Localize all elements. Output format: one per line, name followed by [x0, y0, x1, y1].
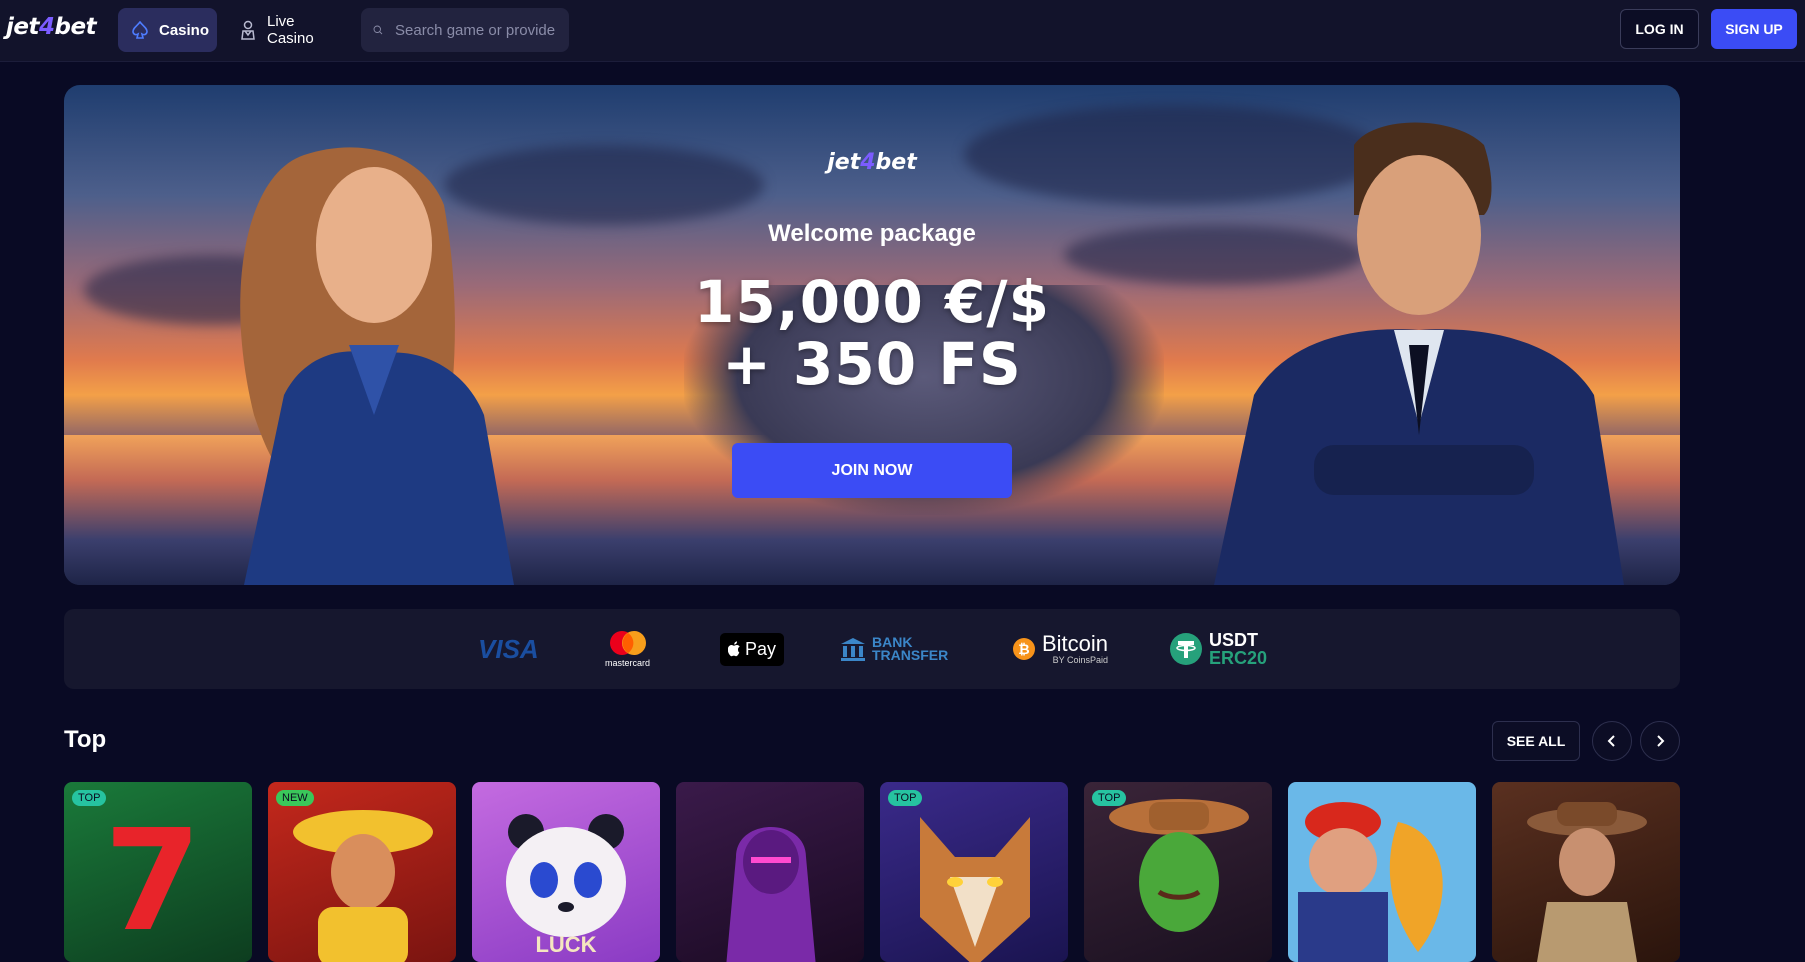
- cactus-cowboy-art: [1109, 799, 1249, 932]
- bank-transfer-logo: BANK TRANSFER: [840, 609, 948, 689]
- site-logo[interactable]: jet4bet: [6, 14, 97, 40]
- hero-logo-suffix: bet: [875, 150, 917, 175]
- hero-logo-prefix: jet: [827, 150, 861, 175]
- welcome-banner[interactable]: jet4bet Welcome package 15,000 €/$ + 350…: [64, 85, 1680, 585]
- join-now-button[interactable]: JOIN NOW: [732, 443, 1012, 498]
- game-tile[interactable]: TOP: [880, 782, 1068, 962]
- usdt-label: USDT: [1209, 630, 1258, 650]
- game-tile[interactable]: [1288, 782, 1476, 962]
- mastercard-circles-icon: [609, 631, 646, 655]
- mariachi-art: [293, 810, 433, 962]
- game-tile[interactable]: [676, 782, 864, 962]
- lucky-seven-art: 7: [104, 800, 202, 962]
- logo-prefix: jet: [6, 14, 39, 40]
- logo-suffix: bet: [54, 14, 97, 40]
- mummy-art: [726, 827, 816, 962]
- apple-pay-box: Pay: [720, 632, 785, 666]
- top-navbar: jet4bet Casino Live Casino LOG IN SIGN U…: [0, 0, 1805, 62]
- hero-title-line1: 15,000 €/$: [694, 268, 1050, 336]
- bitcoin-icon: ₿: [1013, 638, 1035, 660]
- fisherman-art: [1288, 782, 1476, 962]
- explorer-art: [1527, 802, 1647, 962]
- badge-top: TOP: [72, 790, 107, 806]
- hero-logo: jet4bet: [64, 150, 1680, 175]
- carousel-prev-button[interactable]: [1592, 721, 1632, 761]
- hero-logo-four: 4: [860, 150, 876, 175]
- nav-casino-label: Casino: [159, 21, 210, 39]
- game-caption: LUCK: [535, 932, 597, 957]
- login-button[interactable]: LOG IN: [1620, 9, 1699, 49]
- hero-subtitle: Welcome package: [768, 220, 976, 247]
- visa-label: VISA: [478, 633, 539, 664]
- svg-text:₿: ₿: [1018, 642, 1029, 658]
- game-tile[interactable]: TOP 7: [64, 782, 252, 962]
- nav-casino[interactable]: Casino: [118, 8, 217, 52]
- chevron-left-icon: [1607, 735, 1615, 747]
- see-all-button[interactable]: SEE ALL: [1492, 721, 1580, 761]
- game-tile[interactable]: [1492, 782, 1680, 962]
- chevron-right-icon: [1657, 735, 1665, 747]
- coinspaid-label: BY CoinsPaid: [1052, 655, 1109, 665]
- carousel-next-button[interactable]: [1640, 721, 1680, 761]
- game-tile[interactable]: NEW: [268, 782, 456, 962]
- dealer-icon: [241, 20, 255, 40]
- search-input[interactable]: [393, 20, 557, 40]
- game-tile[interactable]: LUCK: [472, 782, 660, 962]
- bitcoin-logo: ₿ Bitcoin BY CoinsPaid: [1012, 609, 1108, 689]
- nav-live-casino-label: Live Casino: [267, 13, 314, 47]
- search-icon: [373, 25, 383, 35]
- bank-transfer-text: BANK TRANSFER: [872, 635, 949, 663]
- signup-button[interactable]: SIGN UP: [1711, 9, 1797, 49]
- usdt-logo: USDT ERC20: [1169, 609, 1267, 689]
- search-box[interactable]: [361, 8, 569, 52]
- logo-four: 4: [38, 14, 55, 40]
- tether-icon: [1170, 633, 1202, 665]
- usdt-text: USDT ERC20: [1209, 631, 1267, 667]
- nav-live-casino[interactable]: Live Casino: [226, 8, 356, 52]
- spade-icon: [132, 21, 148, 39]
- wolf-art: [920, 817, 1030, 962]
- bank-icon: [841, 638, 865, 661]
- apple-pay-label: Pay: [745, 638, 777, 659]
- transfer-label: TRANSFER: [872, 647, 949, 663]
- erc20-label: ERC20: [1209, 648, 1268, 668]
- payment-methods-bar: VISA mastercard Pay BANK TRANSFER ₿ Bitc…: [64, 609, 1680, 689]
- hero-title-line2: + 350 FS: [722, 330, 1022, 398]
- mastercard-logo: mastercard: [605, 609, 650, 689]
- section-title-top: Top: [64, 726, 107, 753]
- bitcoin-text: Bitcoin BY CoinsPaid: [1042, 631, 1109, 666]
- bitcoin-label: Bitcoin: [1042, 631, 1109, 656]
- visa-logo: VISA: [478, 609, 539, 689]
- apple-icon: [728, 641, 740, 657]
- apple-pay-logo: Pay: [720, 609, 785, 689]
- game-tile[interactable]: TOP: [1084, 782, 1272, 962]
- hero-title: 15,000 €/$ + 350 FS: [64, 271, 1680, 395]
- mastercard-label: mastercard: [605, 658, 651, 668]
